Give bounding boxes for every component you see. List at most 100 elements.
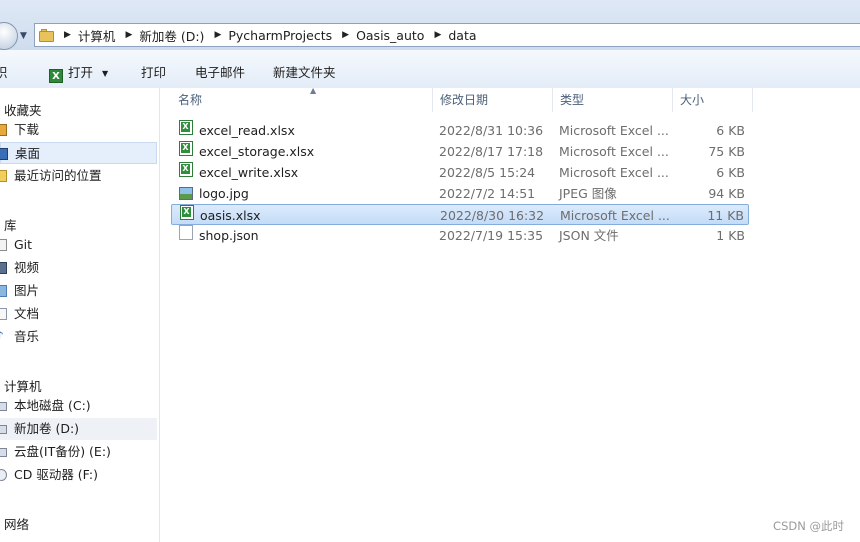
file-size: 6 KB [716, 165, 745, 180]
file-date: 2022/8/30 16:32 [440, 208, 545, 223]
recent-pages-dropdown-icon[interactable]: ▼ [20, 31, 27, 41]
downloads-icon [0, 124, 7, 136]
file-type: Microsoft Excel ... [560, 208, 670, 223]
nav-item-drive-d[interactable]: 新加卷 (D:) [0, 418, 157, 440]
file-list[interactable]: 名称 ▲ 修改日期 类型 大小 excel_read.xlsx 2022/8/3… [160, 86, 860, 542]
network-drive-icon [0, 448, 7, 457]
file-size: 75 KB [708, 144, 745, 159]
nav-item-label: Git [14, 237, 33, 252]
desktop-icon [0, 148, 8, 160]
file-date: 2022/7/2 14:51 [439, 186, 536, 201]
file-row[interactable]: excel_storage.xlsx 2022/8/17 17:18 Micro… [171, 141, 749, 162]
file-name: shop.json [199, 228, 259, 243]
file-size: 11 KB [707, 208, 744, 223]
breadcrumb-drive-d[interactable]: 新加卷 (D:) [139, 26, 204, 45]
hard-drive-icon [0, 425, 7, 434]
document-library-icon [0, 308, 7, 320]
nav-item-documents[interactable]: 文档 [0, 303, 157, 325]
breadcrumb[interactable]: ▶ 计算机 ▶ 新加卷 (D:) ▶ PycharmProjects ▶ Oas… [34, 23, 860, 47]
watermark: CSDN @此时 [773, 519, 844, 533]
file-date: 2022/8/31 10:36 [439, 123, 544, 138]
nav-item-desktop[interactable]: 桌面 [0, 142, 157, 164]
video-library-icon [0, 262, 7, 274]
file-name: excel_read.xlsx [199, 123, 295, 138]
file-size: 1 KB [716, 228, 745, 243]
music-note-icon: ♪ [0, 330, 7, 342]
back-button[interactable] [0, 22, 18, 50]
json-file-icon [179, 225, 193, 240]
libraries-header[interactable]: 库 [4, 215, 17, 234]
sort-ascending-icon: ▲ [310, 86, 317, 95]
file-row[interactable]: shop.json 2022/7/19 15:35 JSON 文件 1 KB [171, 225, 749, 246]
hard-drive-icon [0, 402, 7, 411]
breadcrumb-computer[interactable]: 计算机 [78, 26, 116, 45]
nav-item-drive-c[interactable]: 本地磁盘 (C:) [0, 395, 157, 417]
file-type: JPEG 图像 [559, 186, 617, 201]
breadcrumb-separator-icon[interactable]: ▶ [214, 30, 221, 40]
breadcrumb-data[interactable]: data [448, 28, 476, 43]
breadcrumb-pycharmprojects[interactable]: PycharmProjects [228, 28, 332, 43]
open-button[interactable]: X 打开 ▼ [49, 62, 108, 83]
file-size: 6 KB [716, 123, 745, 138]
file-name: oasis.xlsx [200, 208, 261, 223]
email-button[interactable]: 电子邮件 [195, 62, 245, 81]
nav-item-label: 最近访问的位置 [14, 168, 102, 183]
nav-item-recent-places[interactable]: 最近访问的位置 [0, 165, 157, 187]
nav-item-label: 新加卷 (D:) [14, 421, 80, 436]
excel-file-icon [179, 141, 193, 156]
excel-file-icon [179, 120, 193, 135]
excel-file-icon [179, 162, 193, 177]
picture-library-icon [0, 285, 7, 297]
chevron-down-icon: ▼ [102, 69, 109, 78]
breadcrumb-separator-icon[interactable]: ▶ [64, 30, 71, 40]
column-header-label: 修改日期 [440, 93, 489, 107]
nav-item-drive-f[interactable]: CD 驱动器 (F:) [0, 464, 157, 486]
breadcrumb-separator-icon[interactable]: ▶ [342, 30, 349, 40]
favorites-header[interactable]: 收藏夹 [4, 100, 42, 119]
column-header-size[interactable]: 大小 [673, 88, 753, 112]
open-label: 打开 [68, 65, 94, 80]
nav-item-label: 图片 [14, 283, 40, 298]
file-name: excel_write.xlsx [199, 165, 299, 180]
address-bar-area: ▼ ▶ 计算机 ▶ 新加卷 (D:) ▶ PycharmProjects ▶ O… [0, 0, 860, 50]
excel-file-icon [180, 205, 194, 220]
nav-item-label: 文档 [14, 306, 40, 321]
file-row[interactable]: excel_write.xlsx 2022/8/5 15:24 Microsof… [171, 162, 749, 183]
nav-item-pictures[interactable]: 图片 [0, 280, 157, 302]
file-name: logo.jpg [199, 186, 249, 201]
excel-icon: X [49, 69, 63, 83]
column-header-name[interactable]: 名称 ▲ [171, 86, 433, 112]
column-header-label: 大小 [680, 93, 705, 107]
file-row[interactable]: logo.jpg 2022/7/2 14:51 JPEG 图像 94 KB [171, 183, 749, 204]
nav-item-label: 下载 [14, 122, 40, 137]
file-size: 94 KB [708, 186, 745, 201]
nav-item-drive-e[interactable]: 云盘(IT备份) (E:) [0, 441, 157, 463]
nav-item-downloads[interactable]: 下载 [0, 119, 157, 141]
network-header[interactable]: 网络 [4, 514, 29, 533]
navigation-pane: 收藏夹 下载 桌面 最近访问的位置 库 Git 视频 图片 文档 ♪ 音乐 计算… [0, 88, 160, 542]
nav-item-music[interactable]: ♪ 音乐 [0, 326, 157, 348]
folder-icon [39, 28, 55, 42]
nav-item-label: CD 驱动器 (F:) [14, 467, 98, 482]
computer-header[interactable]: 计算机 [4, 376, 42, 395]
column-header-type[interactable]: 类型 [553, 88, 673, 112]
file-date: 2022/8/5 15:24 [439, 165, 536, 180]
nav-item-label: 云盘(IT备份) (E:) [14, 444, 111, 459]
file-name: excel_storage.xlsx [199, 144, 315, 159]
file-type: Microsoft Excel ... [559, 165, 669, 180]
new-folder-button[interactable]: 新建文件夹 [273, 62, 336, 81]
organize-button[interactable]: 织 [0, 62, 8, 81]
breadcrumb-separator-icon[interactable]: ▶ [125, 30, 132, 40]
column-header-label: 类型 [560, 93, 585, 107]
file-type: Microsoft Excel ... [559, 123, 669, 138]
nav-item-videos[interactable]: 视频 [0, 257, 157, 279]
image-file-icon [179, 187, 193, 200]
column-header-date[interactable]: 修改日期 [433, 88, 553, 112]
print-button[interactable]: 打印 [141, 62, 166, 81]
breadcrumb-separator-icon[interactable]: ▶ [434, 30, 441, 40]
nav-item-git[interactable]: Git [0, 234, 157, 256]
breadcrumb-oasis-auto[interactable]: Oasis_auto [356, 28, 424, 43]
file-row-selected[interactable]: oasis.xlsx 2022/8/30 16:32 Microsoft Exc… [171, 204, 749, 225]
file-row[interactable]: excel_read.xlsx 2022/8/31 10:36 Microsof… [171, 120, 749, 141]
file-date: 2022/8/17 17:18 [439, 144, 544, 159]
